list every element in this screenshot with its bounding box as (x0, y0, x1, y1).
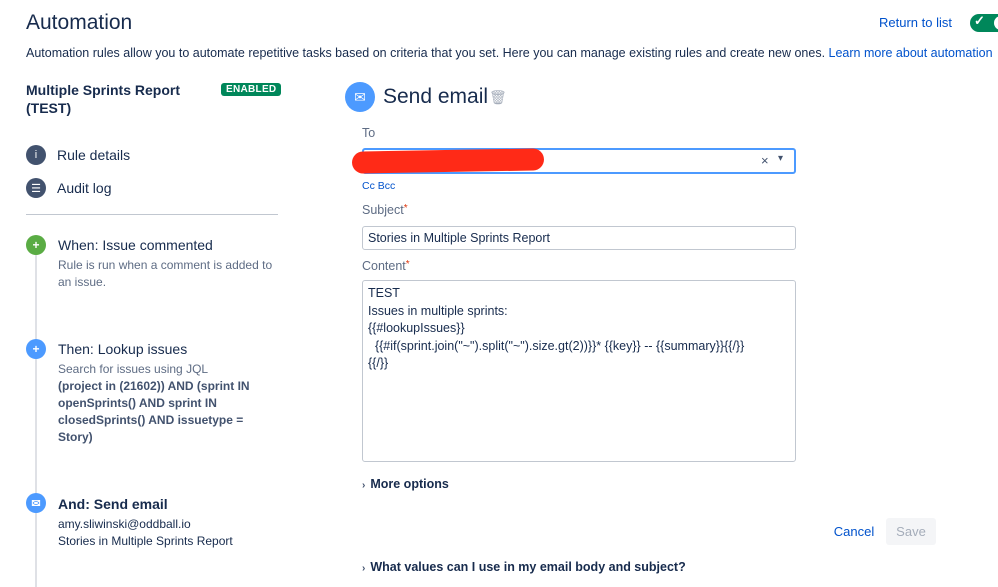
learn-more-link[interactable]: Learn more about automation (829, 46, 993, 60)
help-toggle[interactable]: › What values can I use in my email body … (362, 560, 686, 574)
trash-icon[interactable]: 🗑 (489, 89, 507, 106)
email-step-recipient: amy.sliwinski@oddball.io (58, 517, 191, 531)
rule-enabled-toggle[interactable]: ✓ (970, 13, 998, 32)
sidebar-item-rule-details[interactable]: i Rule details (26, 144, 130, 166)
clear-icon[interactable]: × (761, 153, 769, 168)
sidebar-divider (26, 214, 278, 215)
email-step-subject: Stories in Multiple Sprints Report (58, 534, 233, 548)
action-title: Send email (383, 85, 489, 108)
list-icon: ☰ (26, 178, 46, 198)
lookup-step-prefix: Search for issues using JQL (58, 362, 209, 376)
help-label: What values can I use in my email body a… (370, 560, 686, 574)
subject-label: Subject* (362, 203, 408, 217)
sidebar-item-audit-log[interactable]: ☰ Audit log (26, 177, 111, 199)
subject-label-text: Subject (362, 203, 404, 217)
lookup-step-title[interactable]: Then: Lookup issues (58, 341, 187, 357)
required-mark: * (405, 259, 410, 270)
envelope-icon: ✉ (26, 493, 46, 513)
intro-description: Automation rules allow you to automate r… (26, 46, 829, 60)
subject-input[interactable]: Stories in Multiple Sprints Report (362, 226, 796, 250)
email-step-title[interactable]: And: Send email (58, 496, 168, 512)
chevron-right-icon: › (362, 480, 366, 491)
cancel-button[interactable]: Cancel (829, 518, 879, 545)
chevron-right-icon: › (362, 563, 366, 574)
save-button[interactable]: Save (886, 518, 936, 545)
content-label-text: Content (362, 259, 406, 273)
to-label: To (362, 126, 376, 140)
more-options-toggle[interactable]: › More options (362, 477, 449, 491)
sidebar-item-label: Rule details (57, 147, 131, 163)
check-icon: ✓ (974, 13, 985, 28)
lookup-step-jql: (project in (21602)) AND (sprint IN open… (58, 379, 250, 444)
info-icon: i (26, 145, 46, 165)
rule-name: Multiple Sprints Report (TEST) (26, 82, 180, 116)
status-badge: ENABLED (221, 83, 282, 96)
return-to-list-link[interactable]: Return to list (879, 15, 952, 30)
sidebar-item-label: Audit log (57, 180, 112, 196)
trigger-step-description: Rule is run when a comment is added to a… (58, 258, 273, 289)
content-label: Content* (362, 259, 410, 273)
timeline-line (35, 255, 37, 587)
plus-icon: + (26, 339, 46, 359)
redaction-mark (351, 148, 545, 174)
chevron-down-icon[interactable]: ▾ (778, 153, 783, 164)
trigger-step-title[interactable]: When: Issue commented (58, 237, 213, 253)
more-options-label: More options (370, 477, 449, 491)
required-mark: * (403, 203, 408, 214)
cc-bcc-link[interactable]: Cc Bcc (362, 180, 395, 192)
comment-icon: + (26, 235, 46, 255)
lookup-step-description: Search for issues using JQL (project in … (58, 361, 273, 446)
toggle-knob (994, 16, 998, 30)
page-title: Automation (26, 11, 133, 34)
intro-text: Automation rules allow you to automate r… (26, 46, 993, 60)
envelope-icon: ✉ (345, 82, 375, 112)
content-textarea[interactable]: TEST Issues in multiple sprints: {{#look… (362, 280, 796, 462)
